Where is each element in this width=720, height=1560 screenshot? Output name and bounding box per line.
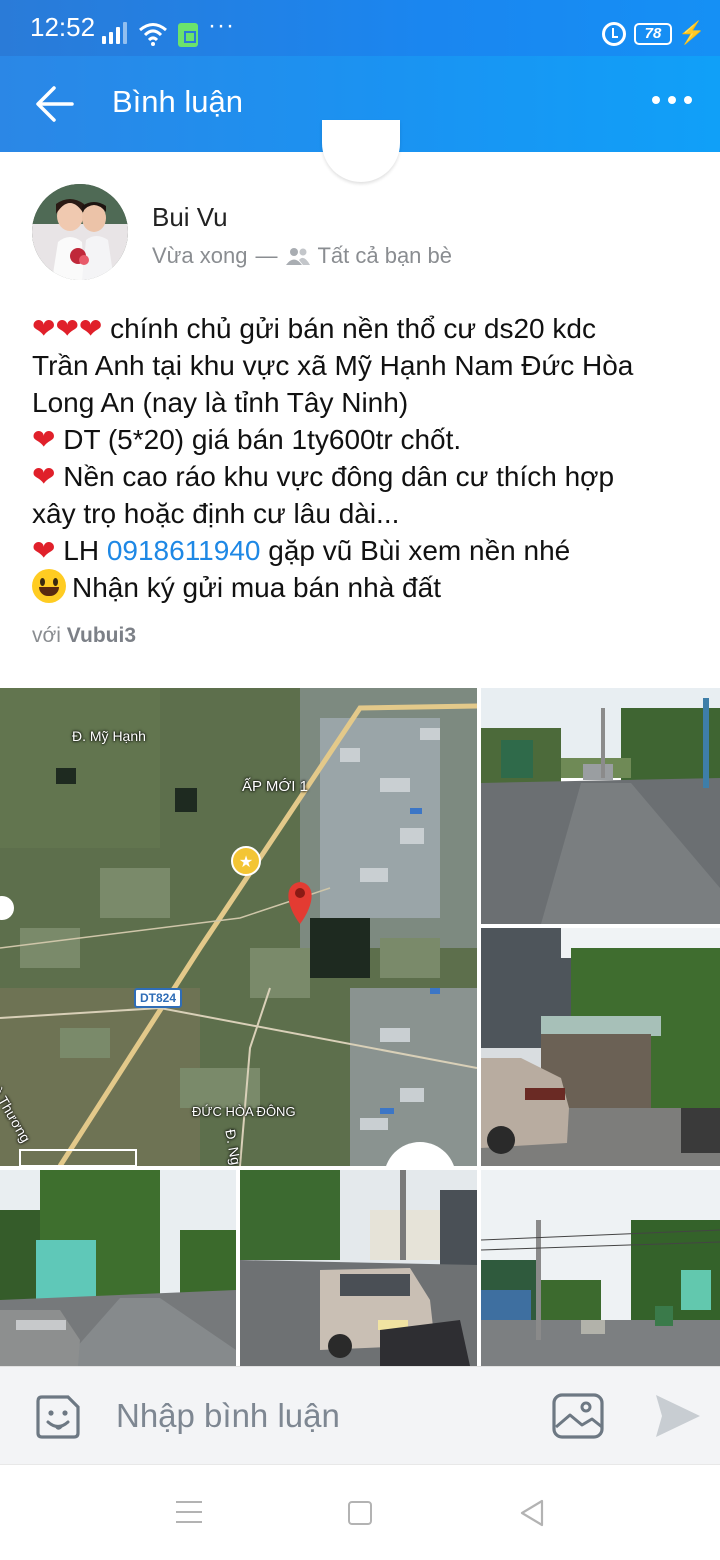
sticker-icon[interactable]: [34, 1393, 82, 1441]
parked-car-photo[interactable]: [240, 1170, 477, 1366]
heart-icon: ❤: [32, 424, 56, 455]
sim-icon: [178, 23, 198, 47]
post-text: chính chủ gửi bán nền thổ cư ds20 kdc: [102, 313, 596, 344]
street-tree-photo[interactable]: [0, 1170, 236, 1366]
system-nav-bar: [0, 1464, 720, 1560]
status-more-dots: ···: [208, 12, 235, 39]
heart-icon: ❤: [32, 461, 56, 492]
pull-handle[interactable]: [322, 120, 400, 182]
post-text: xây trọ hoặc định cư lâu dài...: [32, 498, 400, 529]
post-text: Trần Anh tại khu vực xã Mỹ Hạnh Nam Đức …: [32, 350, 634, 381]
map-label: ẤP MỚI 1: [242, 778, 308, 795]
post-line: xây trọ hoặc định cư lâu dài...: [32, 495, 702, 532]
post-text: LH: [55, 535, 107, 566]
friends-icon: [286, 248, 311, 265]
road-badge: DT824: [134, 988, 183, 1008]
more-options-icon[interactable]: [652, 96, 692, 108]
heart-icon: ❤❤❤: [32, 313, 103, 344]
post-line: Long An (nay là tỉnh Tây Ninh): [32, 384, 702, 421]
page-title: Bình luận: [112, 84, 243, 119]
tagged-prefix: với: [32, 624, 67, 647]
map-label: ĐỨC HÒA ĐÔNG: [192, 1104, 296, 1119]
post-audience: Tất cả bạn bè: [317, 243, 453, 268]
post-body: ❤❤❤ chính chủ gửi bán nền thổ cư ds20 kd…: [32, 310, 702, 606]
avatar[interactable]: [32, 184, 128, 280]
charging-icon: ⚡: [678, 20, 706, 45]
status-time: 12:52: [30, 12, 96, 42]
map-label: Đ. Mỹ Hạnh: [72, 728, 146, 744]
smiley-icon: [32, 569, 66, 603]
svg-text:★: ★: [239, 854, 253, 871]
post-text: Long An (nay là tỉnh Tây Ninh): [32, 387, 409, 418]
screen: 12:52 ··· 78 ⚡ Bình luận Bui Vu Vừa xong…: [0, 0, 720, 1560]
image-icon[interactable]: [552, 1393, 604, 1439]
car-house-photo[interactable]: [481, 928, 720, 1166]
back-icon[interactable]: [518, 1499, 546, 1527]
post-line: ❤ LH 0918611940 gặp vũ Bùi xem nền nhé: [32, 532, 702, 569]
post-line: ❤ DT (5*20) giá bán 1ty600tr chốt.: [32, 421, 702, 458]
phone-link[interactable]: 0918611940: [107, 535, 261, 566]
post-time: Vừa xong: [152, 243, 248, 268]
send-icon[interactable]: [652, 1391, 702, 1441]
post-text: gặp vũ Bùi xem nền nhé: [260, 535, 571, 566]
tagged-with: với Vubui3: [32, 624, 136, 648]
post-text: Nền cao ráo khu vực đông dân cư thích hợ…: [55, 461, 615, 492]
status-bar: 12:52 ··· 78 ⚡: [0, 0, 720, 56]
signal-icon: [102, 22, 127, 44]
post-line: Trần Anh tại khu vực xã Mỹ Hạnh Nam Đức …: [32, 347, 702, 384]
post-line: ❤❤❤ chính chủ gửi bán nền thổ cư ds20 kd…: [32, 310, 702, 347]
road-photo[interactable]: [481, 688, 720, 924]
street-view-photo[interactable]: [481, 1170, 720, 1366]
comment-input[interactable]: [116, 1397, 516, 1435]
post-meta: Vừa xong — Tất cả bạn bè: [152, 243, 452, 269]
back-arrow-icon[interactable]: [30, 82, 78, 126]
author-name[interactable]: Bui Vu: [152, 202, 228, 233]
comment-bar: [0, 1366, 720, 1464]
alarm-icon: [602, 22, 626, 46]
tagged-user-link[interactable]: Vubui3: [67, 624, 136, 647]
wifi-icon: [139, 23, 167, 46]
post-line: ❤ Nền cao ráo khu vực đông dân cư thích …: [32, 458, 702, 495]
post-text: Nhận ký gửi mua bán nhà đất: [72, 572, 441, 603]
battery-icon: 78: [634, 23, 672, 45]
home-icon[interactable]: [348, 1501, 372, 1525]
post-text: DT (5*20) giá bán 1ty600tr chốt.: [55, 424, 462, 455]
menu-icon[interactable]: [176, 1501, 202, 1523]
heart-icon: ❤: [32, 535, 56, 566]
map-photo[interactable]: ★ Đ. Mỹ Hạnh ẤP MỚI 1 DT824 ĐỨC HÒA ĐÔNG…: [0, 688, 477, 1166]
meta-separator: —: [255, 243, 278, 268]
post-line: Nhận ký gửi mua bán nhà đất: [32, 569, 702, 606]
